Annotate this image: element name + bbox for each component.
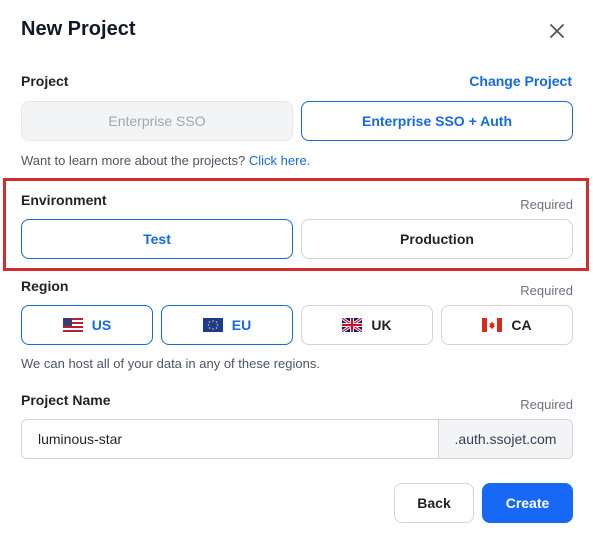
region-label-uk: UK [371, 317, 392, 333]
change-project-link[interactable]: Change Project [469, 73, 572, 89]
region-label-ca: CA [511, 317, 532, 333]
back-button[interactable]: Back [394, 483, 474, 523]
project-name-group: .auth.ssojet.com [21, 419, 573, 459]
create-button[interactable]: Create [482, 483, 573, 523]
region-required: Required [520, 283, 573, 298]
project-name-required: Required [520, 397, 573, 412]
environment-option-test[interactable]: Test [21, 219, 293, 259]
eu-flag-icon [202, 318, 223, 332]
region-label: Region [21, 278, 69, 294]
project-help: Want to learn more about the projects? C… [21, 153, 310, 168]
project-name-label: Project Name [21, 392, 111, 408]
close-icon[interactable] [546, 20, 568, 42]
project-name-input[interactable] [22, 420, 438, 458]
region-label-eu: EU [231, 317, 252, 333]
domain-suffix: .auth.ssojet.com [438, 420, 572, 458]
click-here-link[interactable]: Click here. [249, 153, 310, 168]
region-option-eu[interactable]: EU [161, 305, 293, 345]
region-help-text: We can host all of your data in any of t… [21, 356, 320, 371]
region-label-us: US [91, 317, 112, 333]
environment-option-production[interactable]: Production [301, 219, 573, 259]
environment-required: Required [520, 197, 573, 212]
project-option-enterprise-sso-auth[interactable]: Enterprise SSO + Auth [301, 101, 573, 141]
region-option-uk[interactable]: UK [301, 305, 433, 345]
project-option-enterprise-sso[interactable]: Enterprise SSO [21, 101, 293, 141]
dialog-title: New Project [21, 18, 136, 40]
project-help-text: Want to learn more about the projects? [21, 153, 246, 168]
region-option-us[interactable]: US [21, 305, 153, 345]
project-label: Project [21, 73, 69, 89]
us-flag-icon [62, 318, 83, 332]
canada-flag-icon [482, 318, 503, 332]
region-option-ca[interactable]: CA [441, 305, 573, 345]
uk-flag-icon [341, 316, 364, 334]
environment-label: Environment [21, 192, 107, 208]
